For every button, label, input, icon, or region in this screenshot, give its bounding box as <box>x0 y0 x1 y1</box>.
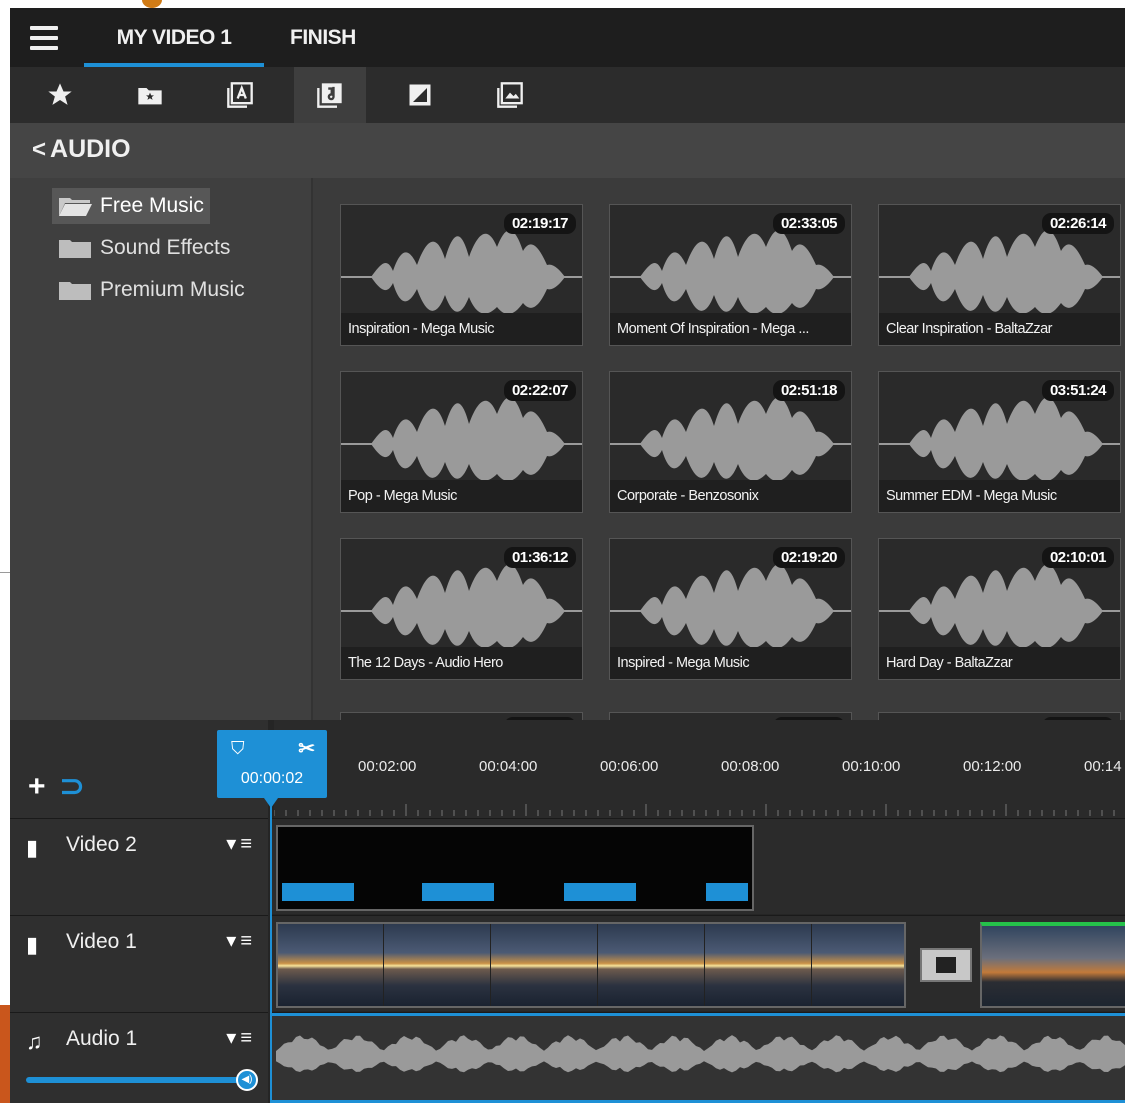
ruler-time-label: 00:04:00 <box>479 758 538 775</box>
track-lane-video-1[interactable] <box>272 915 1125 1011</box>
audio-track-card[interactable]: 02:51:18 Corporate - Benzosonix <box>609 371 852 513</box>
transitions-icon[interactable] <box>384 67 456 123</box>
track-header-video-2[interactable]: ▮ Video 2 ▾≡ <box>10 818 268 914</box>
track-title: Corporate - Benzosonix <box>610 480 851 512</box>
track-name: Video 2 <box>66 833 137 856</box>
track-name: Audio 1 <box>66 1027 138 1050</box>
duration-badge: 02:26:14 <box>1041 213 1114 234</box>
music-note-icon: ♫ <box>26 1029 43 1054</box>
duration-badge: 02:19:17 <box>503 213 576 234</box>
folder-icon <box>59 282 91 300</box>
title-bar: MY VIDEO 1 FINISH <box>10 8 1125 67</box>
back-button[interactable]: < AUDIO <box>32 135 131 164</box>
ruler-ticks <box>274 804 1115 816</box>
clip-title-marker <box>422 883 494 901</box>
side-strip <box>0 1005 10 1103</box>
marker-icon[interactable]: ⛉ <box>231 738 245 759</box>
ruler-time-label: 00:10:00 <box>842 758 901 775</box>
folder-free-music[interactable]: Free Music <box>52 188 210 224</box>
folder-premium-music[interactable]: Premium Music <box>52 272 251 308</box>
duration-badge: 02:10:01 <box>1041 547 1114 568</box>
track-title: Summer EDM - Mega Music <box>879 480 1120 512</box>
track-menu-icon[interactable]: ▾≡ <box>226 1025 256 1050</box>
duration-badge: 01:36:12 <box>503 547 576 568</box>
track-title: Clear Inspiration - BaltaZzar <box>879 313 1120 345</box>
audio-track-card[interactable]: 03:51:24 Summer EDM - Mega Music <box>878 371 1121 513</box>
folder-label: Free Music <box>100 194 204 217</box>
audio-track-card[interactable]: 02:19:20 Inspired - Mega Music <box>609 538 852 680</box>
duration-badge: 02:51:18 <box>772 380 845 401</box>
folder-icon <box>59 240 91 258</box>
clip-title-marker <box>282 883 354 901</box>
audio-grid: 02:19:17 Inspiration - Mega Music 02:33:05… <box>340 204 1125 723</box>
clip-title-marker <box>706 883 748 901</box>
track-title: The 12 Days - Audio Hero <box>341 647 582 679</box>
video-clip[interactable] <box>276 825 754 911</box>
playhead-line <box>270 798 272 1103</box>
audio-track-card[interactable]: 02:33:05 Moment Of Inspiration - Mega ... <box>609 204 852 346</box>
tab-my-video[interactable]: MY VIDEO 1 <box>84 8 264 67</box>
timeline-ruler[interactable]: 00:02:00 00:04:00 00:06:00 00:08:00 00:10:00… <box>274 720 1125 818</box>
film-strip-icon: ▮ <box>26 835 39 860</box>
folder-sound-effects[interactable]: Sound Effects <box>52 230 236 266</box>
titles-icon[interactable] <box>204 67 276 123</box>
audio-icon[interactable] <box>294 67 366 123</box>
film-strip-icon: ▮ <box>26 932 39 957</box>
speaker-icon[interactable]: ◀) <box>236 1069 258 1091</box>
chevron-left-icon: < <box>32 136 47 163</box>
audio-track-card[interactable]: 01:36:12 The 12 Days - Audio Hero <box>340 538 583 680</box>
track-title: Pop - Mega Music <box>341 480 582 512</box>
timeline: + ⊃ 00:02:00 00:04:00 00:06:00 00:08:00 00:1… <box>10 720 1125 1103</box>
images-icon[interactable] <box>474 67 546 123</box>
audio-waveform <box>276 1035 1125 1073</box>
duration-badge: 02:19:20 <box>772 547 845 568</box>
audio-track-card[interactable]: 02:19:17 Inspiration - Mega Music <box>340 204 583 346</box>
media-toolbar <box>10 67 1125 123</box>
ruler-time-label: 00:06:00 <box>600 758 659 775</box>
video-clip-bridge[interactable] <box>980 922 1125 1008</box>
track-name: Video 1 <box>66 930 137 953</box>
audio-track-card[interactable]: 02:22:07 Pop - Mega Music <box>340 371 583 513</box>
tab-finish[interactable]: FINISH <box>290 8 370 67</box>
track-lane-video-2[interactable] <box>272 818 1125 914</box>
video-editor-window: MY VIDEO 1 FINISH < AUDIO Free Music Sou… <box>10 8 1125 1103</box>
track-header-audio-1[interactable]: ♫ Audio 1 ▾≡ ◀) <box>10 1012 268 1103</box>
track-title: Inspiration - Mega Music <box>341 313 582 345</box>
folder-panel: Free Music Sound Effects Premium Music <box>10 178 313 723</box>
favorites-icon[interactable] <box>24 67 96 123</box>
duration-badge: 03:51:24 <box>1041 380 1114 401</box>
duration-badge: 02:22:07 <box>503 380 576 401</box>
track-title: Inspired - Mega Music <box>610 647 851 679</box>
my-media-icon[interactable] <box>114 67 186 123</box>
scissors-icon[interactable]: ✂ <box>298 736 315 761</box>
folder-open-icon <box>59 198 92 216</box>
section-header: < AUDIO <box>10 123 1125 178</box>
audio-track-card[interactable]: 02:26:14 Clear Inspiration - BaltaZzar <box>878 204 1121 346</box>
track-title: Moment Of Inspiration - Mega ... <box>610 313 851 345</box>
duration-badge: 02:33:05 <box>772 213 845 234</box>
volume-slider[interactable]: ◀) <box>26 1069 258 1091</box>
track-menu-icon[interactable]: ▾≡ <box>226 928 256 953</box>
clip-title-marker <box>564 883 636 901</box>
ruler-time-label: 00:08:00 <box>721 758 780 775</box>
video-clip-sunset[interactable] <box>276 922 906 1008</box>
snap-magnet-icon[interactable]: ⊃ <box>60 772 85 802</box>
track-header-video-1[interactable]: ▮ Video 1 ▾≡ <box>10 915 268 1011</box>
ruler-time-label: 00:12:00 <box>963 758 1022 775</box>
add-track-icon[interactable]: + <box>28 772 46 802</box>
folder-label: Sound Effects <box>100 236 231 259</box>
audio-track-card[interactable]: 02:10:01 Hard Day - BaltaZzar <box>878 538 1121 680</box>
menu-icon[interactable] <box>30 26 58 50</box>
playhead-time: 00:00:02 <box>240 770 304 787</box>
ruler-time-label: 00:14 <box>1084 758 1122 775</box>
track-menu-icon[interactable]: ▾≡ <box>226 831 256 856</box>
section-title: AUDIO <box>50 135 131 163</box>
folder-label: Premium Music <box>100 278 245 301</box>
transition-icon[interactable] <box>920 948 972 982</box>
ruler-time-label: 00:02:00 <box>358 758 417 775</box>
track-lane-audio-1[interactable] <box>272 1012 1125 1103</box>
track-title: Hard Day - BaltaZzar <box>879 647 1120 679</box>
playhead[interactable]: ⛉ ✂ 00:00:02 <box>217 730 327 798</box>
